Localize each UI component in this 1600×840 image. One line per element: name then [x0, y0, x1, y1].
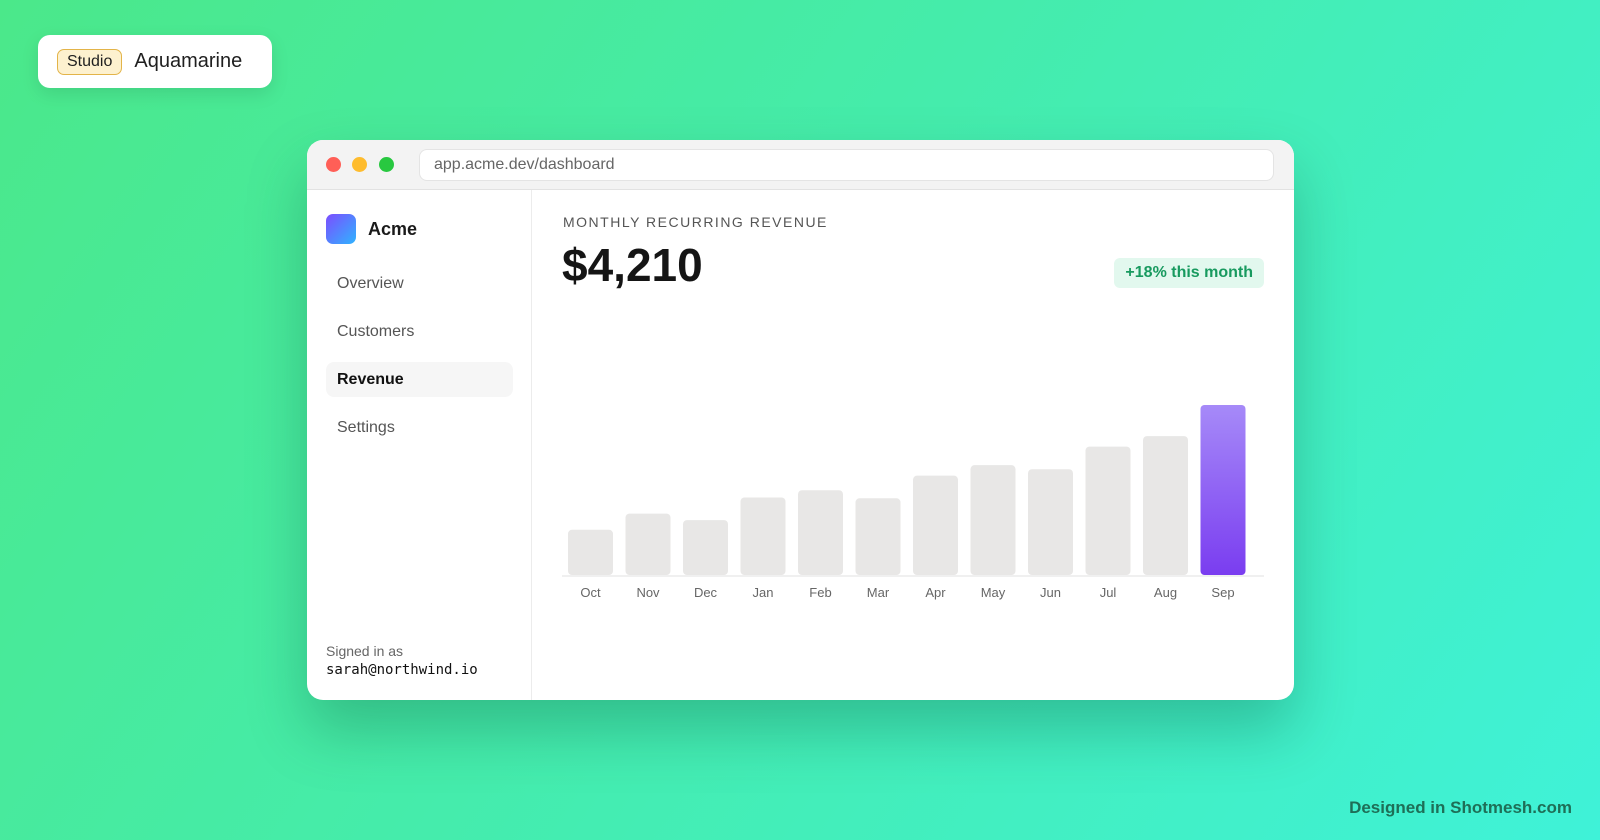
address-bar[interactable]: app.acme.dev/dashboard	[419, 149, 1274, 181]
sidebar-item-revenue[interactable]: Revenue	[326, 362, 513, 397]
sidebar: Acme Overview Customers Revenue Settings…	[307, 190, 532, 700]
maximize-window-button[interactable]	[379, 157, 394, 172]
bar-jul[interactable]	[1085, 446, 1131, 575]
close-window-button[interactable]	[326, 157, 341, 172]
bar-apr[interactable]	[913, 475, 958, 575]
x-tick-feb: Feb	[809, 585, 831, 600]
signed-in-info: Signed in as sarah@northwind.io	[326, 643, 478, 678]
studio-badge: Studio	[57, 48, 123, 75]
sidebar-item-overview[interactable]: Overview	[326, 266, 513, 301]
bar-nov[interactable]	[625, 513, 671, 575]
bar-oct[interactable]	[568, 529, 613, 575]
x-tick-dec: Dec	[694, 585, 718, 600]
sidebar-item-customers[interactable]: Customers	[326, 314, 513, 349]
bar-dec[interactable]	[683, 520, 728, 575]
bar-may[interactable]	[970, 465, 1016, 575]
x-tick-nov: Nov	[636, 585, 660, 600]
window-titlebar: app.acme.dev/dashboard	[307, 140, 1294, 190]
app-header: Acme	[326, 214, 417, 244]
x-tick-aug: Aug	[1154, 585, 1177, 600]
app-name: Acme	[368, 218, 418, 239]
metric-label: MONTHLY RECURRING REVENUE	[563, 214, 828, 230]
x-tick-jan: Jan	[753, 585, 774, 600]
revenue-bar-chart: Oct Nov Dec Jan Feb Mar Apr May Jun Jul Aug Sep	[562, 405, 1264, 600]
designer-credit: Designed in Shotmesh.com	[1349, 798, 1572, 817]
bar-jun[interactable]	[1028, 469, 1073, 575]
x-tick-jul: Jul	[1100, 585, 1117, 600]
sidebar-nav: Overview Customers Revenue Settings	[326, 266, 513, 458]
x-tick-apr: Apr	[925, 585, 946, 600]
bar-sep[interactable]	[1200, 405, 1246, 575]
bar-mar[interactable]	[855, 498, 901, 575]
main-content: MONTHLY RECURRING REVENUE $4,210 +18% th…	[532, 190, 1294, 700]
signed-in-label: Signed in as	[326, 643, 404, 659]
metric-value: $4,210	[562, 239, 703, 291]
x-tick-may: May	[981, 585, 1006, 600]
x-tick-oct: Oct	[580, 585, 601, 600]
signed-in-email: sarah@northwind.io	[326, 662, 478, 678]
x-tick-jun: Jun	[1040, 585, 1061, 600]
sidebar-item-settings[interactable]: Settings	[326, 410, 513, 445]
app-logo-icon	[326, 214, 356, 244]
brand-tag: Studio Aquamarine	[38, 35, 272, 88]
brand-name: Aquamarine	[134, 50, 243, 72]
minimize-window-button[interactable]	[352, 157, 367, 172]
browser-window: app.acme.dev/dashboard Acme Overview Cus…	[307, 140, 1294, 700]
bar-aug[interactable]	[1143, 436, 1188, 575]
x-tick-sep: Sep	[1211, 585, 1234, 600]
bar-jan[interactable]	[740, 497, 786, 575]
x-tick-mar: Mar	[867, 585, 890, 600]
bar-feb[interactable]	[798, 490, 843, 575]
delta-badge: +18% this month	[1114, 258, 1264, 288]
